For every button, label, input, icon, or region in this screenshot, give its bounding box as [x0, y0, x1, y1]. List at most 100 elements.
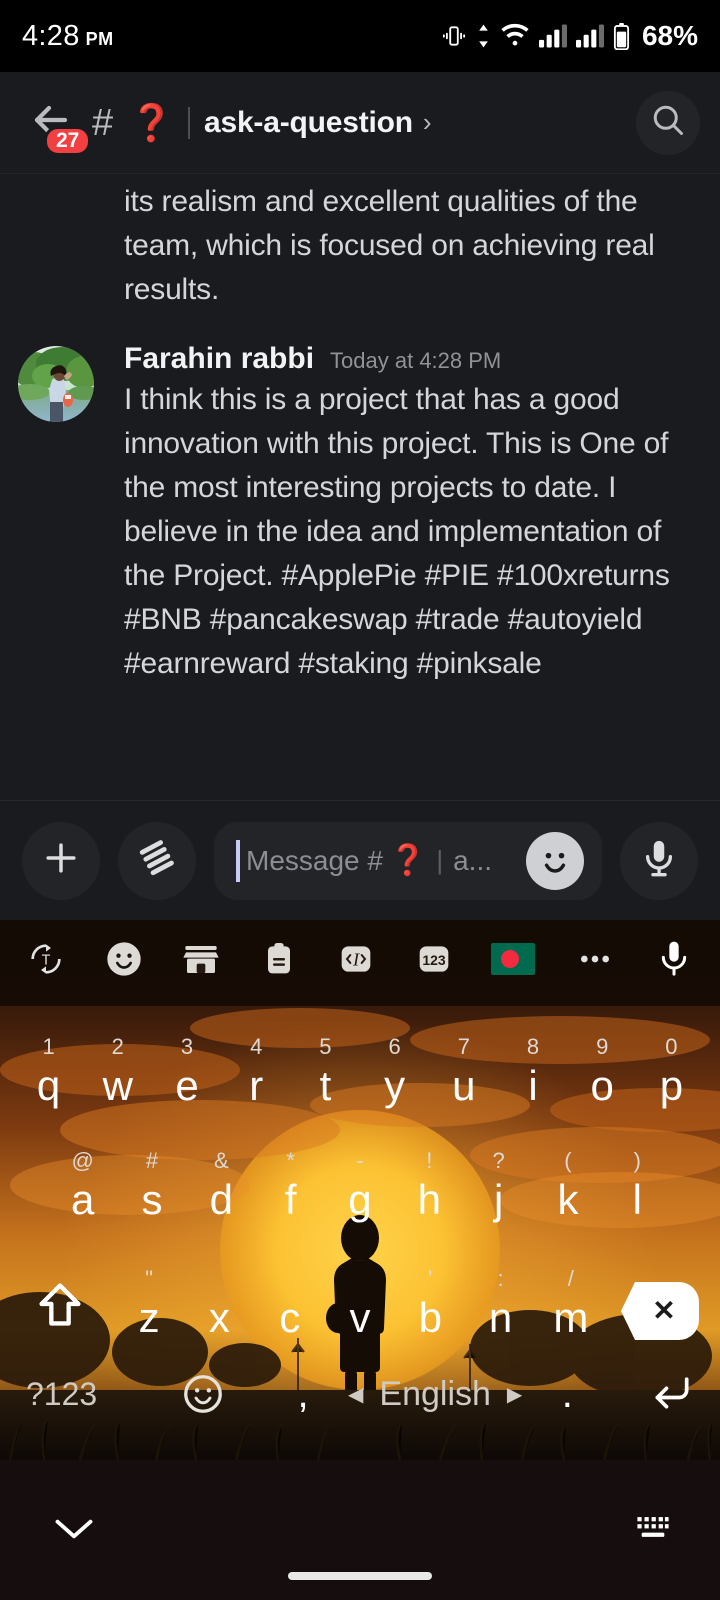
navigation-bar	[0, 1460, 720, 1600]
key-main-label: v	[349, 1294, 371, 1341]
status-bar-clock: 4:28 PM	[22, 20, 114, 53]
message-input[interactable]: Message # ❓ | a...	[214, 821, 602, 900]
key-q[interactable]: 1q	[14, 1036, 83, 1110]
on-screen-keyboard: T I 123 1 q 2 w 3 e 4 r 5 t 6 y 7 u 8 i …	[0, 920, 720, 1460]
numbers-icon[interactable]: 123	[414, 939, 454, 979]
key-main-label: d	[209, 1176, 233, 1223]
key-sub-label: 9	[596, 1034, 609, 1059]
channel-header: 27 # ❓ ask-a-question ›	[0, 72, 720, 174]
unread-badge: 27	[44, 125, 92, 156]
key-o[interactable]: 9o	[568, 1036, 637, 1110]
key-sub-label: 2	[111, 1034, 124, 1059]
voice-message-button[interactable]	[620, 821, 698, 900]
key-d[interactable]: & d	[187, 1150, 256, 1224]
key-s[interactable]: # s	[117, 1150, 186, 1224]
message-list[interactable]: its realism and excellent qualities of t…	[0, 174, 720, 800]
key-sub-label: 6	[388, 1034, 401, 1059]
space-key[interactable]: ◀ English ▶	[348, 1375, 522, 1414]
search-button[interactable]	[636, 90, 700, 155]
key-c[interactable]: c	[255, 1268, 325, 1342]
header-divider	[187, 106, 190, 139]
store-icon[interactable]	[181, 939, 221, 979]
period-key[interactable]: .	[522, 1374, 612, 1414]
status-bar-icons: 68%	[441, 20, 698, 52]
shift-key[interactable]	[6, 1279, 114, 1342]
text-edit-icon[interactable]: I	[336, 939, 376, 979]
key-j[interactable]: ? j	[464, 1150, 533, 1224]
microphone-icon[interactable]	[654, 937, 694, 981]
key-sub-label: 1	[42, 1034, 55, 1059]
key-n[interactable]: :n	[465, 1268, 535, 1342]
emoji-key[interactable]	[148, 1372, 258, 1416]
key-main-label: g	[348, 1176, 372, 1223]
key-h[interactable]: ! h	[395, 1150, 464, 1224]
key-b[interactable]: ' b	[395, 1268, 465, 1342]
key-v[interactable]: v	[325, 1268, 395, 1342]
language-next-icon[interactable]: ▶	[507, 1382, 522, 1407]
key-a[interactable]: @ a	[48, 1150, 117, 1224]
signal-sim2-icon	[575, 24, 604, 48]
battery-percent: 68%	[641, 20, 698, 51]
more-options-icon[interactable]	[573, 939, 617, 979]
key-r[interactable]: 4r	[222, 1036, 291, 1110]
key-t[interactable]: 5t	[291, 1036, 360, 1110]
comma-key[interactable]: ,	[258, 1374, 348, 1414]
hide-keyboard-button[interactable]	[52, 1512, 96, 1551]
bangladesh-flag-icon[interactable]	[491, 943, 535, 975]
key-l[interactable]: ) l	[603, 1150, 672, 1224]
message-timestamp: Today at 4:28 PM	[330, 348, 502, 373]
key-k[interactable]: (k	[533, 1150, 602, 1224]
gift-icon	[135, 836, 179, 885]
back-button[interactable]: 27	[20, 92, 92, 156]
emoji-picker-button[interactable]	[526, 831, 584, 890]
key-main-label: h	[417, 1176, 441, 1223]
add-attachment-button[interactable]	[22, 821, 100, 900]
key-sub-label: )	[633, 1148, 641, 1173]
text-cursor	[236, 839, 240, 882]
key-main-label: o	[590, 1062, 614, 1109]
key-main-label: b	[418, 1294, 442, 1341]
hash-icon: #	[92, 101, 114, 144]
shift-icon	[34, 1279, 86, 1336]
key-x[interactable]: x	[184, 1268, 254, 1342]
key-y[interactable]: 6y	[360, 1036, 429, 1110]
plus-icon	[39, 836, 83, 885]
gift-button[interactable]	[118, 821, 196, 900]
key-main-label: i	[528, 1062, 538, 1109]
keyboard-toggle-icon[interactable]	[636, 1512, 670, 1547]
enter-key[interactable]	[612, 1370, 720, 1419]
svg-text:123: 123	[422, 952, 446, 968]
battery-icon	[613, 22, 630, 50]
translate-icon[interactable]: T	[26, 939, 66, 979]
key-i[interactable]: 8i	[498, 1036, 567, 1110]
key-sub-label: 4	[250, 1034, 263, 1059]
key-p[interactable]: 0p	[637, 1036, 706, 1110]
key-m[interactable]: / m	[536, 1268, 606, 1342]
language-prev-icon[interactable]: ◀	[348, 1382, 363, 1407]
key-z[interactable]: " z	[114, 1268, 184, 1342]
avatar[interactable]	[18, 346, 94, 422]
key-e[interactable]: 3e	[152, 1036, 221, 1110]
key-f[interactable]: * f	[256, 1150, 325, 1224]
status-bar: 4:28 PM 68%	[0, 0, 720, 72]
chevron-right-icon[interactable]: ›	[423, 107, 432, 138]
key-main-label: z	[138, 1294, 160, 1341]
key-w[interactable]: 2w	[83, 1036, 152, 1110]
emoji-icon[interactable]	[104, 939, 144, 979]
key-sub-label: 0	[665, 1034, 678, 1059]
symbols-key[interactable]: ?123	[18, 1376, 148, 1413]
message-author[interactable]: Farahin rabbi	[124, 342, 314, 376]
clipboard-icon[interactable]	[259, 939, 299, 979]
keyboard-row-1: 1q 2w 3e 4r 5t 6y 7u 8i 9o 0p	[0, 998, 720, 1110]
backspace-glyph: ✕	[652, 1295, 676, 1326]
key-u[interactable]: 7u	[429, 1036, 498, 1110]
phone-screen: 4:28 PM 68% 27 # ❓ ask-a-question › its …	[0, 0, 720, 1600]
channel-name[interactable]: ask-a-question	[204, 106, 413, 140]
backspace-key[interactable]: ✕	[606, 1282, 714, 1342]
key-g[interactable]: -g	[325, 1150, 394, 1224]
home-indicator[interactable]	[288, 1572, 432, 1580]
placeholder-divider: |	[436, 845, 444, 875]
key-sub-label: (	[564, 1148, 572, 1173]
key-main-label: e	[175, 1062, 199, 1109]
question-mark-emoji: ❓	[129, 101, 174, 143]
